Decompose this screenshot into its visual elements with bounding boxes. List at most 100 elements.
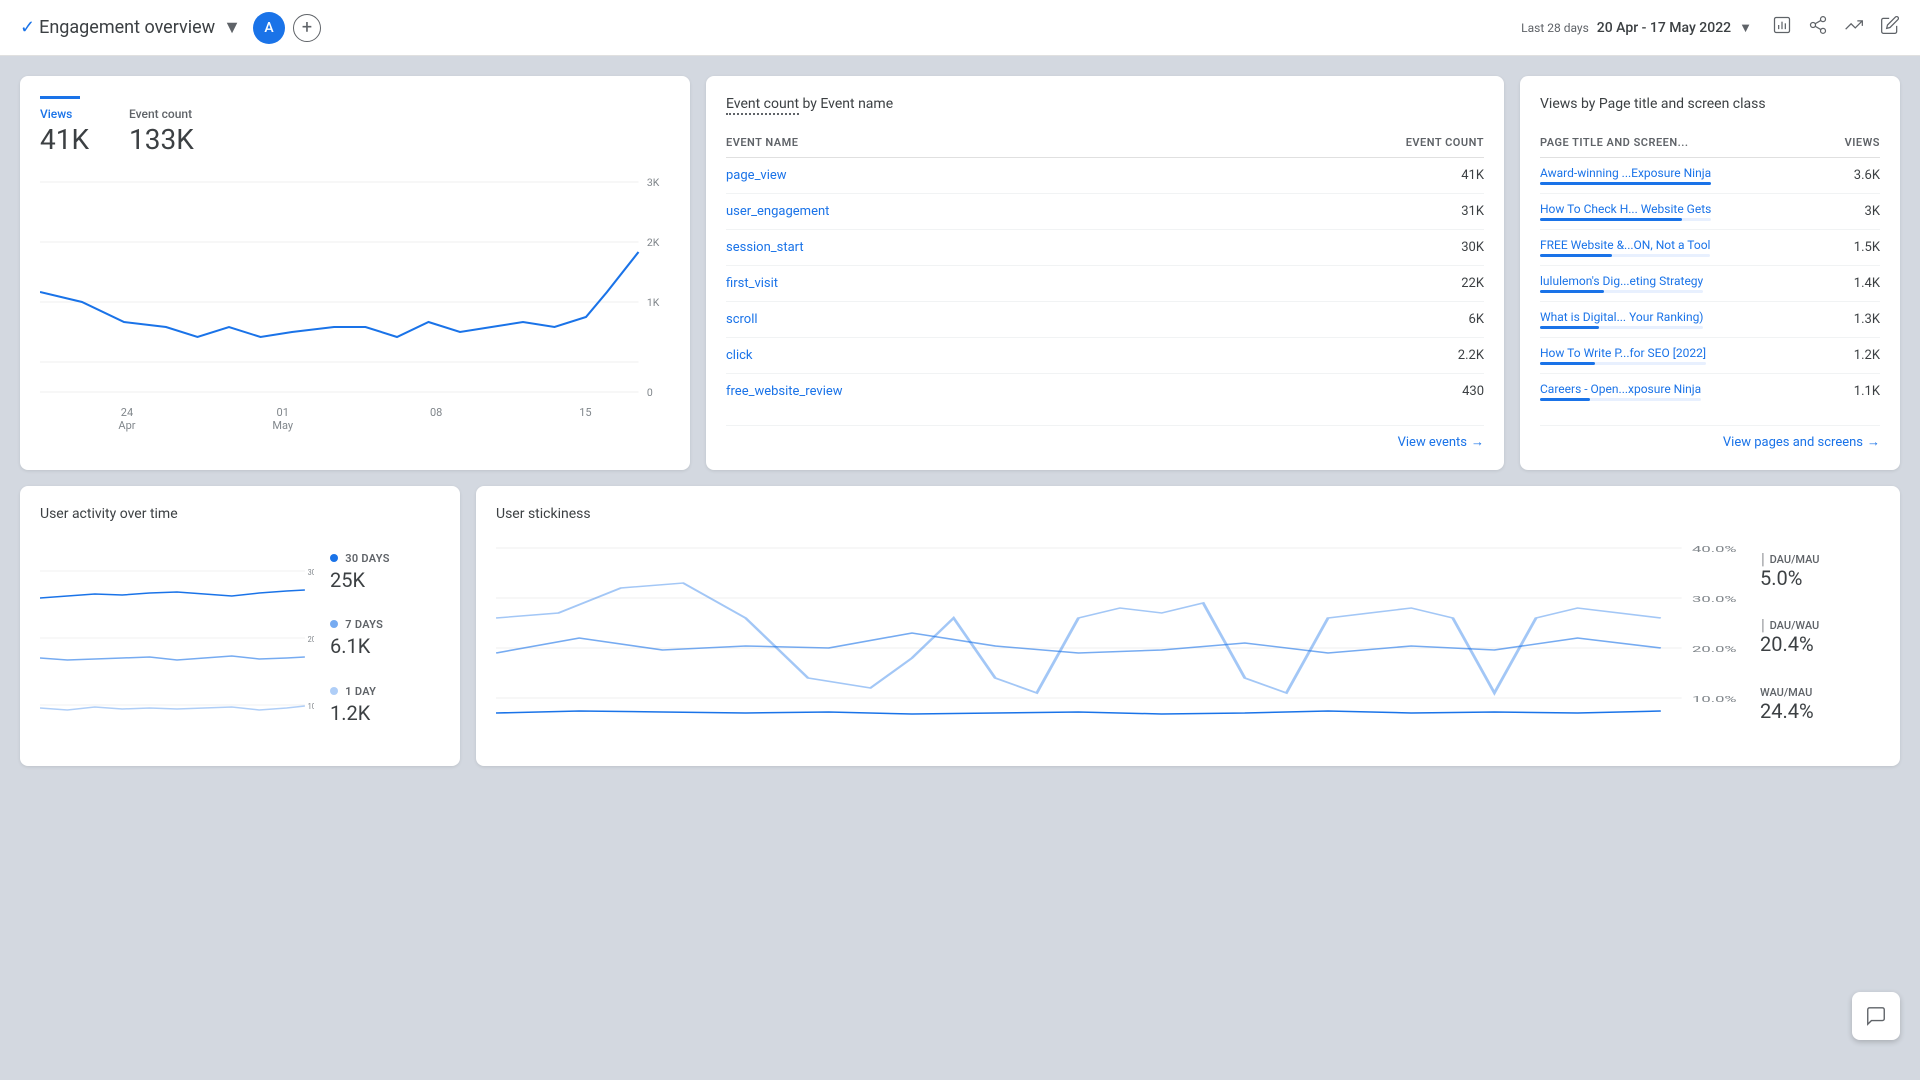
views-metric: Views 41K: [40, 107, 89, 156]
svg-text:10K: 10K: [308, 702, 314, 711]
user-stickiness-card: User stickiness 40.0% 30.0% 20.0% 10.0%: [476, 486, 1900, 766]
page-title-name[interactable]: How To Check H... Website Gets: [1540, 202, 1711, 216]
page-title-name[interactable]: How To Write P...for SEO [2022]: [1540, 346, 1706, 360]
legend-value-1: 1.2K: [330, 701, 440, 725]
event-count-card: Event count by Event name EVENT NAME EVE…: [706, 76, 1504, 470]
date-range[interactable]: 20 Apr - 17 May 2022: [1597, 20, 1731, 36]
date-label: Last 28 days: [1521, 21, 1589, 35]
chart-metrics: Views 41K Event count 133K: [40, 107, 670, 156]
svg-text:10.0%: 10.0%: [1692, 695, 1737, 704]
date-dropdown-icon[interactable]: ▼: [1739, 20, 1752, 36]
avatar[interactable]: A: [253, 12, 285, 44]
page-bar-container: [1540, 218, 1711, 221]
stickiness-label-wau-mau: WAU/MAU: [1760, 686, 1880, 699]
event-value: 6K: [1469, 312, 1484, 327]
add-button[interactable]: +: [293, 14, 321, 42]
check-icon: ✓: [20, 17, 35, 38]
event-count-title-suffix: by Event name: [803, 96, 894, 112]
page-table-row: lululemon's Dig...eting Strategy 1.4K: [1540, 266, 1880, 302]
stickiness-wau-mau: WAU/MAU 24.4%: [1760, 686, 1880, 723]
page-title-name[interactable]: Careers - Open...xposure Ninja: [1540, 382, 1701, 396]
legend-label-1: 1 DAY: [345, 685, 376, 698]
event-count-label: Event count: [129, 107, 194, 121]
page-row-left: How To Check H... Website Gets: [1540, 202, 1711, 221]
svg-text:20K: 20K: [308, 635, 314, 644]
page-bar: [1540, 218, 1682, 221]
chat-button[interactable]: [1852, 992, 1900, 1040]
page-table-row: How To Check H... Website Gets 3K: [1540, 194, 1880, 230]
legend-dot-1: [330, 687, 338, 695]
views-page-title: Views by Page title and screen class: [1540, 96, 1880, 112]
stickiness-line-chart: 40.0% 30.0% 20.0% 10.0%: [496, 538, 1744, 748]
event-name[interactable]: free_website_review: [726, 384, 843, 399]
svg-text:40.0%: 40.0%: [1692, 545, 1737, 554]
stickiness-content: 40.0% 30.0% 20.0% 10.0% │ DAU/MAU: [496, 538, 1880, 738]
page-table-row: FREE Website &...ON, Not a Tool 1.5K: [1540, 230, 1880, 266]
legend-label-30: 30 DAYS: [345, 552, 390, 565]
event-name[interactable]: page_view: [726, 168, 787, 183]
share-icon[interactable]: [1808, 15, 1828, 40]
event-table-row: first_visit 22K: [726, 266, 1484, 302]
legend-value-7: 6.1K: [330, 634, 440, 658]
stickiness-label-dau-wau: │ DAU/WAU: [1760, 619, 1880, 632]
top-row: Views 41K Event count 133K 3K: [20, 76, 1900, 470]
event-value: 430: [1462, 384, 1484, 399]
page-row-value: 1.5K: [1854, 240, 1880, 255]
page-bar: [1540, 362, 1595, 365]
page-bar-container: [1540, 290, 1703, 293]
page-bar: [1540, 182, 1711, 185]
page-row-value: 1.4K: [1854, 276, 1880, 291]
trend-icon[interactable]: [1844, 15, 1864, 40]
col-event-name: EVENT NAME: [726, 136, 798, 149]
legend-7-days: 7 DAYS 6.1K: [330, 617, 440, 658]
x-label-3: 08: [430, 406, 442, 432]
stickiness-chart-area: 40.0% 30.0% 20.0% 10.0%: [496, 538, 1744, 738]
stickiness-value-wau-mau: 24.4%: [1760, 699, 1880, 723]
view-pages-link[interactable]: View pages and screens →: [1723, 434, 1880, 450]
event-table-row: page_view 41K: [726, 158, 1484, 194]
views-page-table-body: Award-winning ...Exposure Ninja 3.6K How…: [1540, 158, 1880, 409]
event-table-row: click 2.2K: [726, 338, 1484, 374]
page-title-name[interactable]: What is Digital... Your Ranking): [1540, 310, 1703, 324]
col-views: VIEWS: [1845, 136, 1880, 149]
activity-legend: 30 DAYS 25K 7 DAYS 6.1K 1 DAY 1.2K: [330, 538, 440, 738]
event-name[interactable]: scroll: [726, 312, 758, 327]
page-row-left: What is Digital... Your Ranking): [1540, 310, 1703, 329]
page-bar-container: [1540, 254, 1710, 257]
page-title-name[interactable]: lululemon's Dig...eting Strategy: [1540, 274, 1703, 288]
event-name[interactable]: click: [726, 348, 753, 363]
event-name[interactable]: session_start: [726, 240, 804, 255]
event-count-title-underline: Event count: [726, 96, 799, 115]
page-title-name[interactable]: Award-winning ...Exposure Ninja: [1540, 166, 1711, 180]
page-bar-container: [1540, 362, 1706, 365]
views-value: 41K: [40, 123, 89, 156]
event-value: 41K: [1461, 168, 1484, 183]
legend-30-days: 30 DAYS 25K: [330, 551, 440, 592]
svg-text:30K: 30K: [308, 568, 314, 577]
legend-value-30: 25K: [330, 568, 440, 592]
activity-line-chart: 30K 20K 10K: [40, 538, 314, 738]
main-content: Views 41K Event count 133K 3K: [0, 56, 1920, 786]
stickiness-value-dau-mau: 5.0%: [1760, 566, 1880, 590]
legend-dot-30: [330, 554, 338, 562]
view-events-link[interactable]: View events →: [1398, 434, 1484, 450]
svg-text:1K: 1K: [647, 296, 660, 309]
event-value: 22K: [1461, 276, 1484, 291]
event-table-body: page_view 41K user_engagement 31K sessio…: [726, 158, 1484, 409]
stickiness-label-dau-mau: │ DAU/MAU: [1760, 553, 1880, 566]
event-value: 30K: [1461, 240, 1484, 255]
page-bar: [1540, 254, 1612, 257]
svg-text:0: 0: [647, 386, 653, 399]
page-row-value: 3K: [1865, 204, 1880, 219]
title-dropdown-icon[interactable]: ▼: [223, 17, 241, 38]
event-name[interactable]: user_engagement: [726, 204, 829, 219]
chart-x-labels: 24Apr 01May 08 15: [40, 406, 670, 432]
edit-icon[interactable]: [1880, 15, 1900, 40]
event-table-row: session_start 30K: [726, 230, 1484, 266]
page-row-value: 1.1K: [1854, 384, 1880, 399]
report-icon[interactable]: [1772, 15, 1792, 40]
event-value: 2.2K: [1458, 348, 1484, 363]
event-name[interactable]: first_visit: [726, 276, 778, 291]
views-page-table-header: PAGE TITLE AND SCREEN... VIEWS: [1540, 128, 1880, 158]
page-title-name[interactable]: FREE Website &...ON, Not a Tool: [1540, 238, 1710, 252]
